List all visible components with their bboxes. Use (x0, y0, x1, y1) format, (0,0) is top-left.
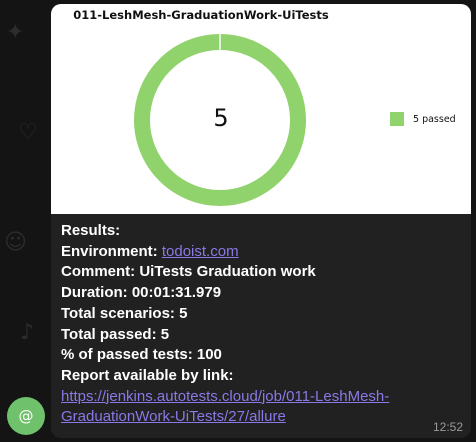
environment-label: Environment: (61, 242, 158, 260)
legend-label-passed: 5 passed (413, 113, 456, 125)
message-timestamp: 12:52 (432, 420, 463, 434)
report-chart[interactable]: 011-LeshMesh-GraduationWork-UiTests 5 5 … (51, 4, 471, 214)
legend-swatch-passed (390, 112, 404, 126)
total-scenarios-line: Total scenarios: 5 (61, 304, 188, 322)
comment-line: Comment: UiTests Graduation work (61, 263, 316, 281)
chart-center-value: 5 (213, 104, 229, 132)
duration-line: Duration: 00:01:31.979 (61, 284, 222, 302)
environment-line: Environment: todoist.com (61, 242, 461, 263)
bot-avatar[interactable]: @ (7, 397, 45, 435)
doodle-cat-icon: ☺ (4, 230, 27, 255)
report-link[interactable]: https://jenkins.autotests.cloud/job/011-… (61, 387, 461, 428)
bot-message-bubble: 011-LeshMesh-GraduationWork-UiTests 5 5 … (51, 4, 471, 438)
percent-passed-line: % of passed tests: 100 (61, 346, 222, 364)
total-passed-line: Total passed: 5 (61, 325, 170, 343)
report-summary: Results: Environment: todoist.com Commen… (61, 221, 461, 428)
chart-legend: 5 passed (390, 112, 456, 126)
environment-link[interactable]: todoist.com (162, 243, 239, 260)
report-link-label: Report available by link: (61, 366, 234, 384)
report-link-line-1[interactable]: https://jenkins.autotests.cloud/job/011-… (61, 388, 389, 405)
doodle-note-icon: ♪ (20, 320, 35, 345)
at-icon: @ (18, 407, 34, 425)
results-heading: Results: (61, 222, 121, 239)
report-link-line-2[interactable]: GraduationWork-UiTests/27/allure (61, 408, 286, 425)
doodle-heart-icon: ♡ (18, 120, 38, 145)
doodle-star-icon: ✦ (6, 20, 25, 45)
